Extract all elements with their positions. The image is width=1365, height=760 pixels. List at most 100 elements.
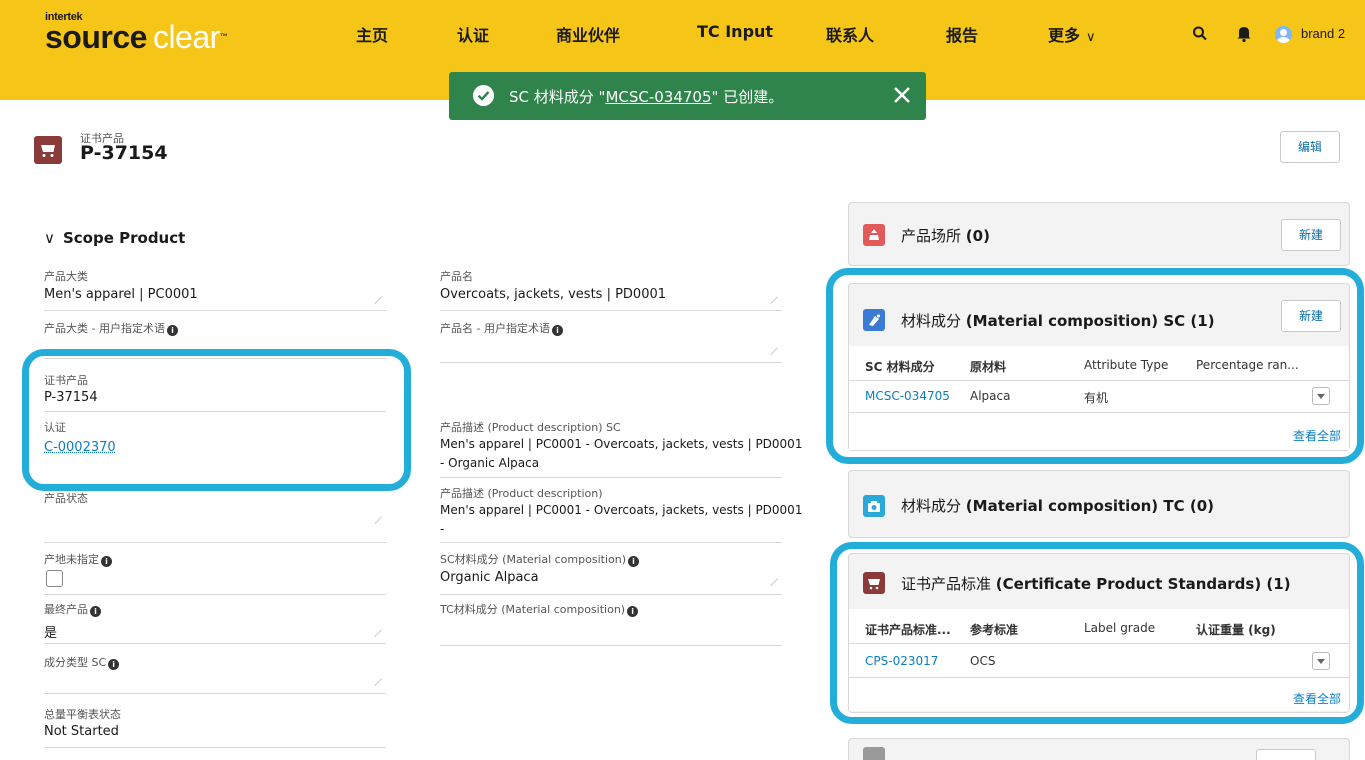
- nav-home[interactable]: 主页: [356, 22, 388, 46]
- edit-pencil-icon[interactable]: [764, 290, 778, 304]
- card-title-text: 材料成分: [901, 497, 961, 515]
- field-label-sc-comp: SC材料成分 (Material composition) i: [440, 551, 639, 567]
- edit-pencil-icon[interactable]: [764, 341, 778, 355]
- camera-icon: [863, 495, 885, 517]
- field-value-product-name: Overcoats, jackets, vests | PD0001: [440, 287, 666, 302]
- highlight-box: [22, 349, 411, 491]
- field-divider: [440, 362, 782, 363]
- field-value-sc-comp: Organic Alpaca: [440, 570, 539, 585]
- edit-pencil-icon[interactable]: [368, 290, 382, 304]
- field-label-product-name-user: 产品名 - 用户指定术语 i: [440, 320, 563, 336]
- card-title-en: (Material composition) TC (0): [966, 497, 1214, 515]
- field-label-category: 产品大类: [44, 268, 88, 284]
- field-label-text: TC材料成分 (Material composition): [440, 603, 625, 616]
- toast-prefix: SC 材料成分 ": [509, 88, 605, 106]
- cart-icon: [34, 136, 62, 164]
- field-divider: [44, 747, 386, 748]
- nav-reports[interactable]: 报告: [946, 22, 978, 46]
- field-label-text: 产地未指定: [44, 553, 99, 566]
- field-label-status: 产品状态: [44, 490, 88, 506]
- section-title: Scope Product: [63, 229, 185, 247]
- field-divider: [440, 310, 782, 311]
- field-value-desc-line1: Men's apparel | PC0001 - Overcoats, jack…: [440, 503, 802, 517]
- field-divider: [44, 542, 386, 543]
- info-icon[interactable]: i: [552, 325, 563, 336]
- origin-unspecified-checkbox[interactable]: [46, 570, 63, 587]
- user-name[interactable]: brand 2: [1301, 26, 1345, 41]
- section-scope-product[interactable]: ∨ Scope Product: [44, 229, 185, 247]
- field-label-category-user: 产品大类 - 用户指定术语 i: [44, 320, 178, 336]
- card-next-partial: [848, 738, 1350, 760]
- field-value-final: 是: [44, 622, 57, 641]
- success-toast: SC 材料成分 "MCSC-034705" 已创建。: [449, 72, 926, 120]
- field-label-text: SC材料成分 (Material composition): [440, 553, 626, 566]
- success-check-icon: [473, 85, 494, 106]
- edit-button[interactable]: 编辑: [1280, 131, 1340, 163]
- card-title-text: 产品场所: [901, 227, 961, 245]
- logo-word-source: source: [45, 19, 147, 55]
- nav-certification[interactable]: 认证: [457, 22, 489, 46]
- field-label-comp-type: 成分类型 SC i: [44, 654, 119, 670]
- toast-message: SC 材料成分 "MCSC-034705" 已创建。: [509, 86, 783, 107]
- info-icon[interactable]: i: [108, 659, 119, 670]
- user-avatar[interactable]: [1275, 26, 1292, 43]
- nav-contacts[interactable]: 联系人: [826, 22, 874, 46]
- field-divider: [440, 594, 782, 595]
- field-value-desc-line2: -: [440, 522, 444, 536]
- edit-pencil-icon[interactable]: [368, 623, 382, 637]
- field-label-text: 产品大类 - 用户指定术语: [44, 322, 165, 335]
- nav-partners[interactable]: 商业伙伴: [556, 22, 620, 46]
- logo-word-clear: clear: [153, 19, 220, 55]
- info-icon[interactable]: i: [101, 556, 112, 567]
- location-icon: [863, 224, 885, 246]
- field-label-text: 产品名 - 用户指定术语: [440, 322, 550, 335]
- new-button[interactable]: 新建: [1281, 219, 1341, 251]
- info-icon[interactable]: i: [627, 606, 638, 617]
- record-name: P-37154: [80, 142, 168, 164]
- edit-pencil-icon[interactable]: [368, 672, 382, 686]
- info-icon[interactable]: i: [90, 606, 101, 617]
- field-divider: [440, 542, 782, 543]
- card-tc-material-composition: 材料成分 (Material composition) TC (0): [848, 470, 1350, 538]
- field-value-mass-balance: Not Started: [44, 724, 119, 739]
- field-value-desc-sc-line1: Men's apparel | PC0001 - Overcoats, jack…: [440, 437, 802, 451]
- highlight-box: [826, 268, 1364, 464]
- logo-trademark: ™: [220, 32, 228, 41]
- card-title[interactable]: 材料成分 (Material composition) TC (0): [901, 495, 1214, 516]
- field-label-tc-comp: TC材料成分 (Material composition) i: [440, 601, 638, 617]
- chevron-down-icon: ∨: [1086, 30, 1096, 45]
- field-value-desc-sc-line2: - Organic Alpaca: [440, 456, 539, 470]
- nav-more-label: 更多: [1048, 26, 1080, 45]
- field-divider: [44, 594, 386, 595]
- bell-icon[interactable]: [1236, 22, 1252, 44]
- card-product-sites: 产品场所 (0) 新建: [848, 202, 1350, 266]
- card-title[interactable]: 产品场所 (0): [901, 225, 990, 246]
- source-clear-logo[interactable]: intertek source clear™: [45, 12, 227, 51]
- field-divider: [44, 643, 386, 644]
- toast-record-link[interactable]: MCSC-034705: [605, 88, 711, 106]
- search-icon[interactable]: [1192, 22, 1208, 44]
- new-button[interactable]: [1256, 749, 1316, 760]
- field-divider: [440, 477, 782, 478]
- related-list-icon: [863, 747, 885, 760]
- field-divider: [44, 310, 386, 311]
- close-icon[interactable]: [891, 84, 913, 106]
- edit-pencil-icon[interactable]: [764, 572, 778, 586]
- nav-tc-input[interactable]: TC Input: [697, 22, 773, 41]
- info-icon[interactable]: i: [167, 325, 178, 336]
- chevron-down-icon: ∨: [44, 229, 55, 247]
- field-label-final: 最终产品 i: [44, 601, 101, 617]
- field-label-desc: 产品描述 (Product description): [440, 485, 603, 501]
- toast-suffix: " 已创建。: [712, 88, 784, 106]
- field-label-product-name: 产品名: [440, 268, 473, 284]
- field-label-mass-balance: 总量平衡表状态: [44, 706, 121, 722]
- field-divider: [440, 645, 782, 646]
- field-value-category: Men's apparel | PC0001: [44, 287, 198, 302]
- edit-pencil-icon[interactable]: [368, 510, 382, 524]
- field-label-desc-sc: 产品描述 (Product description) SC: [440, 419, 621, 435]
- highlight-box: [830, 542, 1364, 724]
- info-icon[interactable]: i: [628, 556, 639, 567]
- nav-more[interactable]: 更多 ∨: [1048, 22, 1096, 46]
- field-label-origin: 产地未指定 i: [44, 551, 112, 567]
- field-label-text: 成分类型 SC: [44, 656, 106, 669]
